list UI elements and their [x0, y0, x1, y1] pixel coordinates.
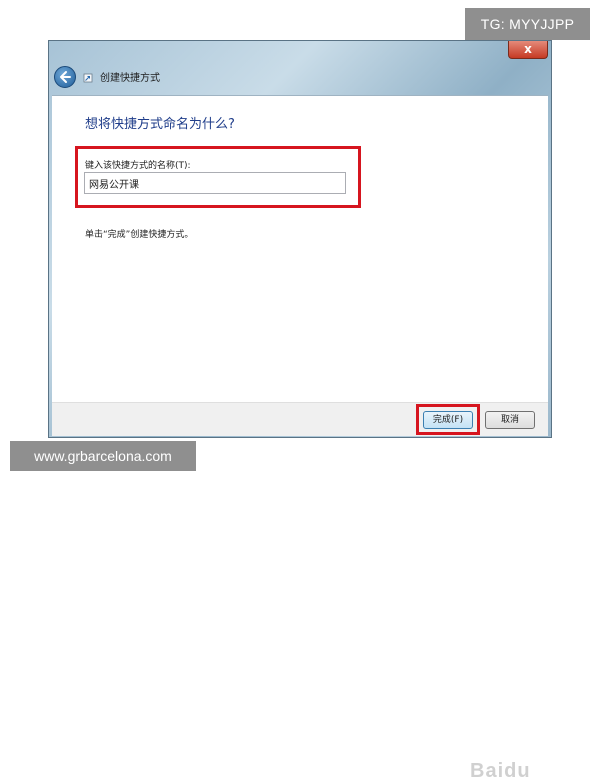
finish-button-highlight: [416, 404, 480, 435]
shortcut-name-label: 键入该快捷方式的名称(T):: [85, 161, 191, 171]
watermark-top: TG: MYYJJPP: [465, 8, 590, 40]
close-button[interactable]: x: [508, 41, 548, 59]
back-button[interactable]: [54, 66, 76, 88]
shortcut-name-input[interactable]: [84, 172, 346, 194]
wizard-footer: Baidu 完成(F) 取消: [52, 402, 548, 782]
watermark-bottom: www.grbarcelona.com: [10, 441, 196, 471]
page-heading: 想将快捷方式命名为什么?: [85, 117, 235, 132]
shortcut-wizard-window: x 创建快捷方式 想将快捷方式命名为什么? 键入该快捷方式的名称(T): 单击“…: [48, 40, 552, 782]
finish-hint-text: 单击“完成”创建快捷方式。: [85, 230, 194, 240]
shortcut-wizard-icon: [83, 73, 93, 83]
window-title: 创建快捷方式: [100, 73, 160, 84]
wizard-content: 想将快捷方式命名为什么? 键入该快捷方式的名称(T): 单击“完成”创建快捷方式…: [52, 95, 548, 402]
baidu-watermark: Baidu: [470, 760, 531, 782]
back-arrow-icon: [60, 71, 71, 83]
cancel-button[interactable]: 取消: [485, 411, 535, 429]
